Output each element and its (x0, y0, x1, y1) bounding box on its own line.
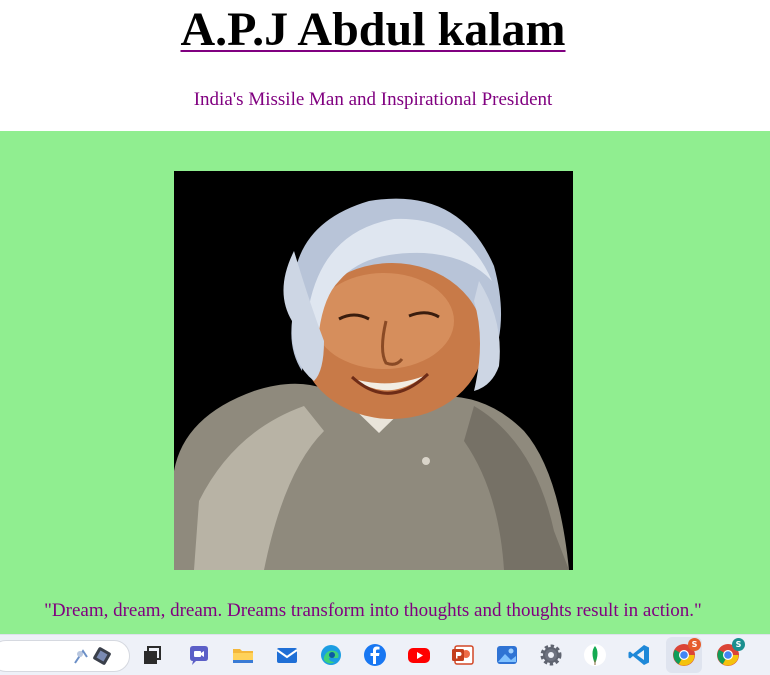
page-subtitle: India's Missile Man and Inspirational Pr… (193, 89, 553, 110)
vscode-icon[interactable] (627, 643, 651, 667)
page-header: A.P.J Abdul kalam India's Missile Man an… (0, 0, 770, 131)
mongodb-icon[interactable] (583, 643, 607, 667)
search-highlight-image (69, 645, 117, 667)
file-explorer-icon[interactable] (231, 643, 255, 667)
chrome-profile-2-icon[interactable]: S (716, 638, 745, 667)
chrome-profile-icon[interactable]: S (672, 638, 701, 667)
page-title: A.P.J Abdul kalam (180, 3, 566, 56)
quote-text: "Dream, dream, dream. Dreams transform i… (44, 600, 702, 621)
settings-icon[interactable] (539, 643, 563, 667)
facebook-icon[interactable] (363, 643, 387, 667)
profile-badge: S (688, 638, 701, 651)
edge-browser-icon[interactable] (319, 643, 343, 667)
photos-icon[interactable] (495, 643, 519, 667)
taskbar-search-box[interactable] (0, 640, 130, 672)
youtube-icon[interactable] (407, 643, 431, 667)
task-view-icon[interactable] (140, 643, 164, 667)
kalam-portrait-image (174, 171, 573, 570)
mail-icon[interactable] (275, 643, 299, 667)
teams-chat-icon[interactable] (187, 643, 211, 667)
taskbar: S S (0, 634, 770, 675)
profile-badge: S (732, 638, 745, 651)
main-section: "Dream, dream, dream. Dreams transform i… (0, 131, 770, 634)
powerpoint-icon[interactable] (451, 643, 475, 667)
